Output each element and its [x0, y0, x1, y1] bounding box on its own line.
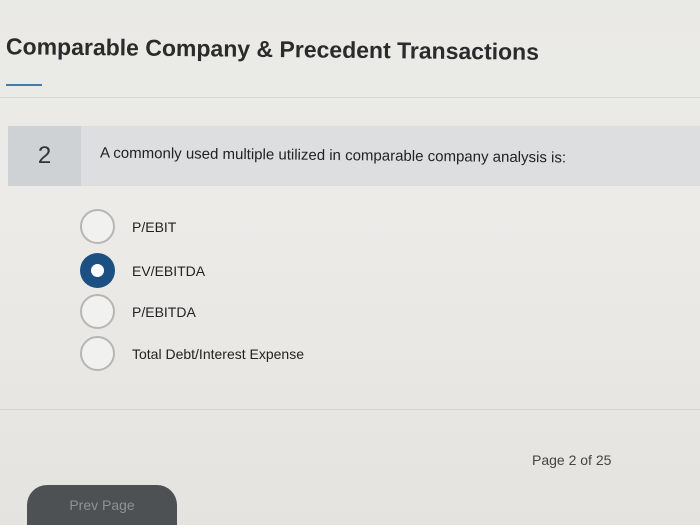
option-ev-ebitda[interactable]: EV/EBITDA: [80, 253, 205, 288]
option-label[interactable]: P/EBIT: [132, 219, 176, 235]
question-number-box: 2: [8, 126, 81, 186]
option-p-ebit[interactable]: P/EBIT: [80, 209, 176, 244]
radio-button[interactable]: [80, 209, 115, 244]
option-label[interactable]: P/EBITDA: [132, 304, 196, 320]
divider: [0, 409, 700, 410]
option-total-debt-interest-expense[interactable]: Total Debt/Interest Expense: [80, 336, 304, 371]
radio-button[interactable]: [80, 294, 115, 329]
radio-button-selected[interactable]: [80, 253, 115, 288]
page-indicator: Page 2 of 25: [532, 452, 612, 468]
divider: [0, 97, 700, 98]
option-label[interactable]: Total Debt/Interest Expense: [132, 346, 304, 362]
radio-button[interactable]: [80, 336, 115, 371]
option-label[interactable]: EV/EBITDA: [132, 263, 205, 279]
radio-dot-icon: [91, 264, 104, 277]
page-title: Comparable Company & Precedent Transacti…: [5, 33, 540, 65]
option-p-ebitda[interactable]: P/EBITDA: [80, 294, 196, 329]
prev-page-button[interactable]: Prev Page: [27, 485, 177, 525]
question-number: 2: [37, 142, 52, 169]
title-underline: [6, 84, 42, 86]
